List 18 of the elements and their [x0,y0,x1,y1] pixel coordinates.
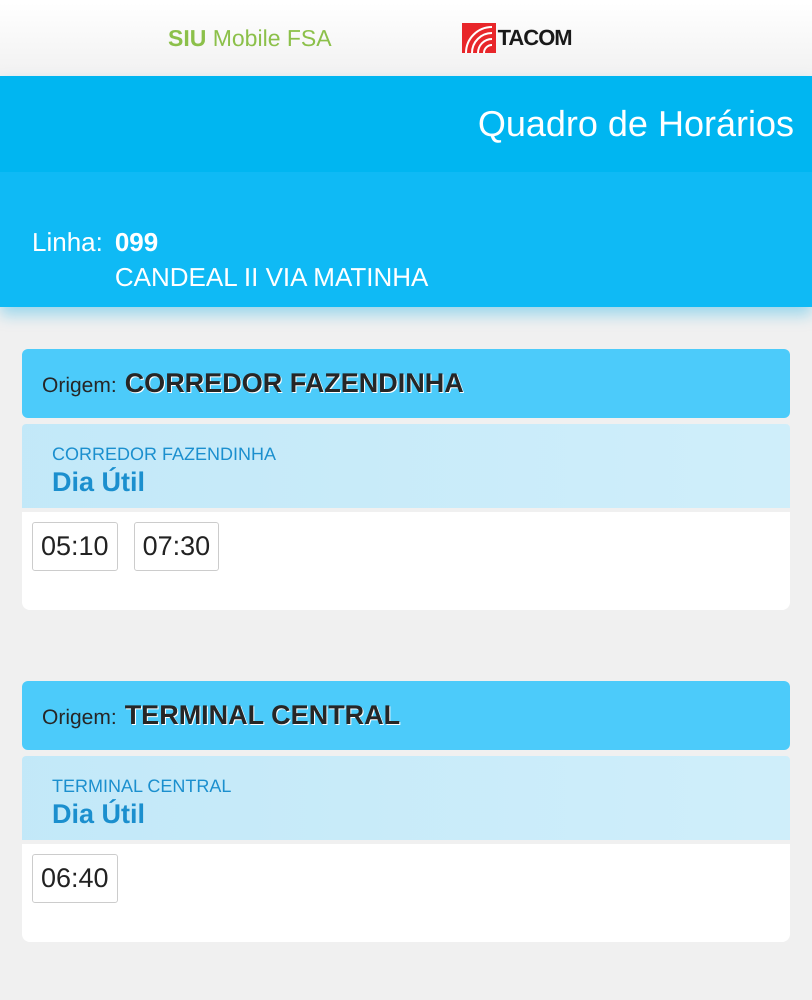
line-name: CANDEAL II VIA MATINHA [114,262,428,293]
line-label: Linha: [32,227,103,258]
app-name: SIU Mobile FSA [168,24,332,52]
stop-name: TERMINAL CENTRAL [52,776,232,797]
origin-label: Origem: [42,704,117,730]
day-type: Dia Útil [52,799,146,830]
day-type: Dia Útil [52,467,146,498]
stop-name: CORREDOR FAZENDINHA [52,444,278,465]
logo-text: TACOM [498,25,572,51]
origin-name: CORREDOR FAZENDINHA [124,368,464,399]
departure-time: 06:40 [32,854,118,903]
logo-icon [462,23,496,53]
page-title: Quadro de Horários [478,103,794,145]
origin-label: Origem: [42,372,117,398]
departure-time: 07:30 [134,522,220,571]
origin-name: TERMINAL CENTRAL [124,700,400,731]
line-number: 099 [114,227,160,258]
departure-time: 05:10 [32,522,118,571]
